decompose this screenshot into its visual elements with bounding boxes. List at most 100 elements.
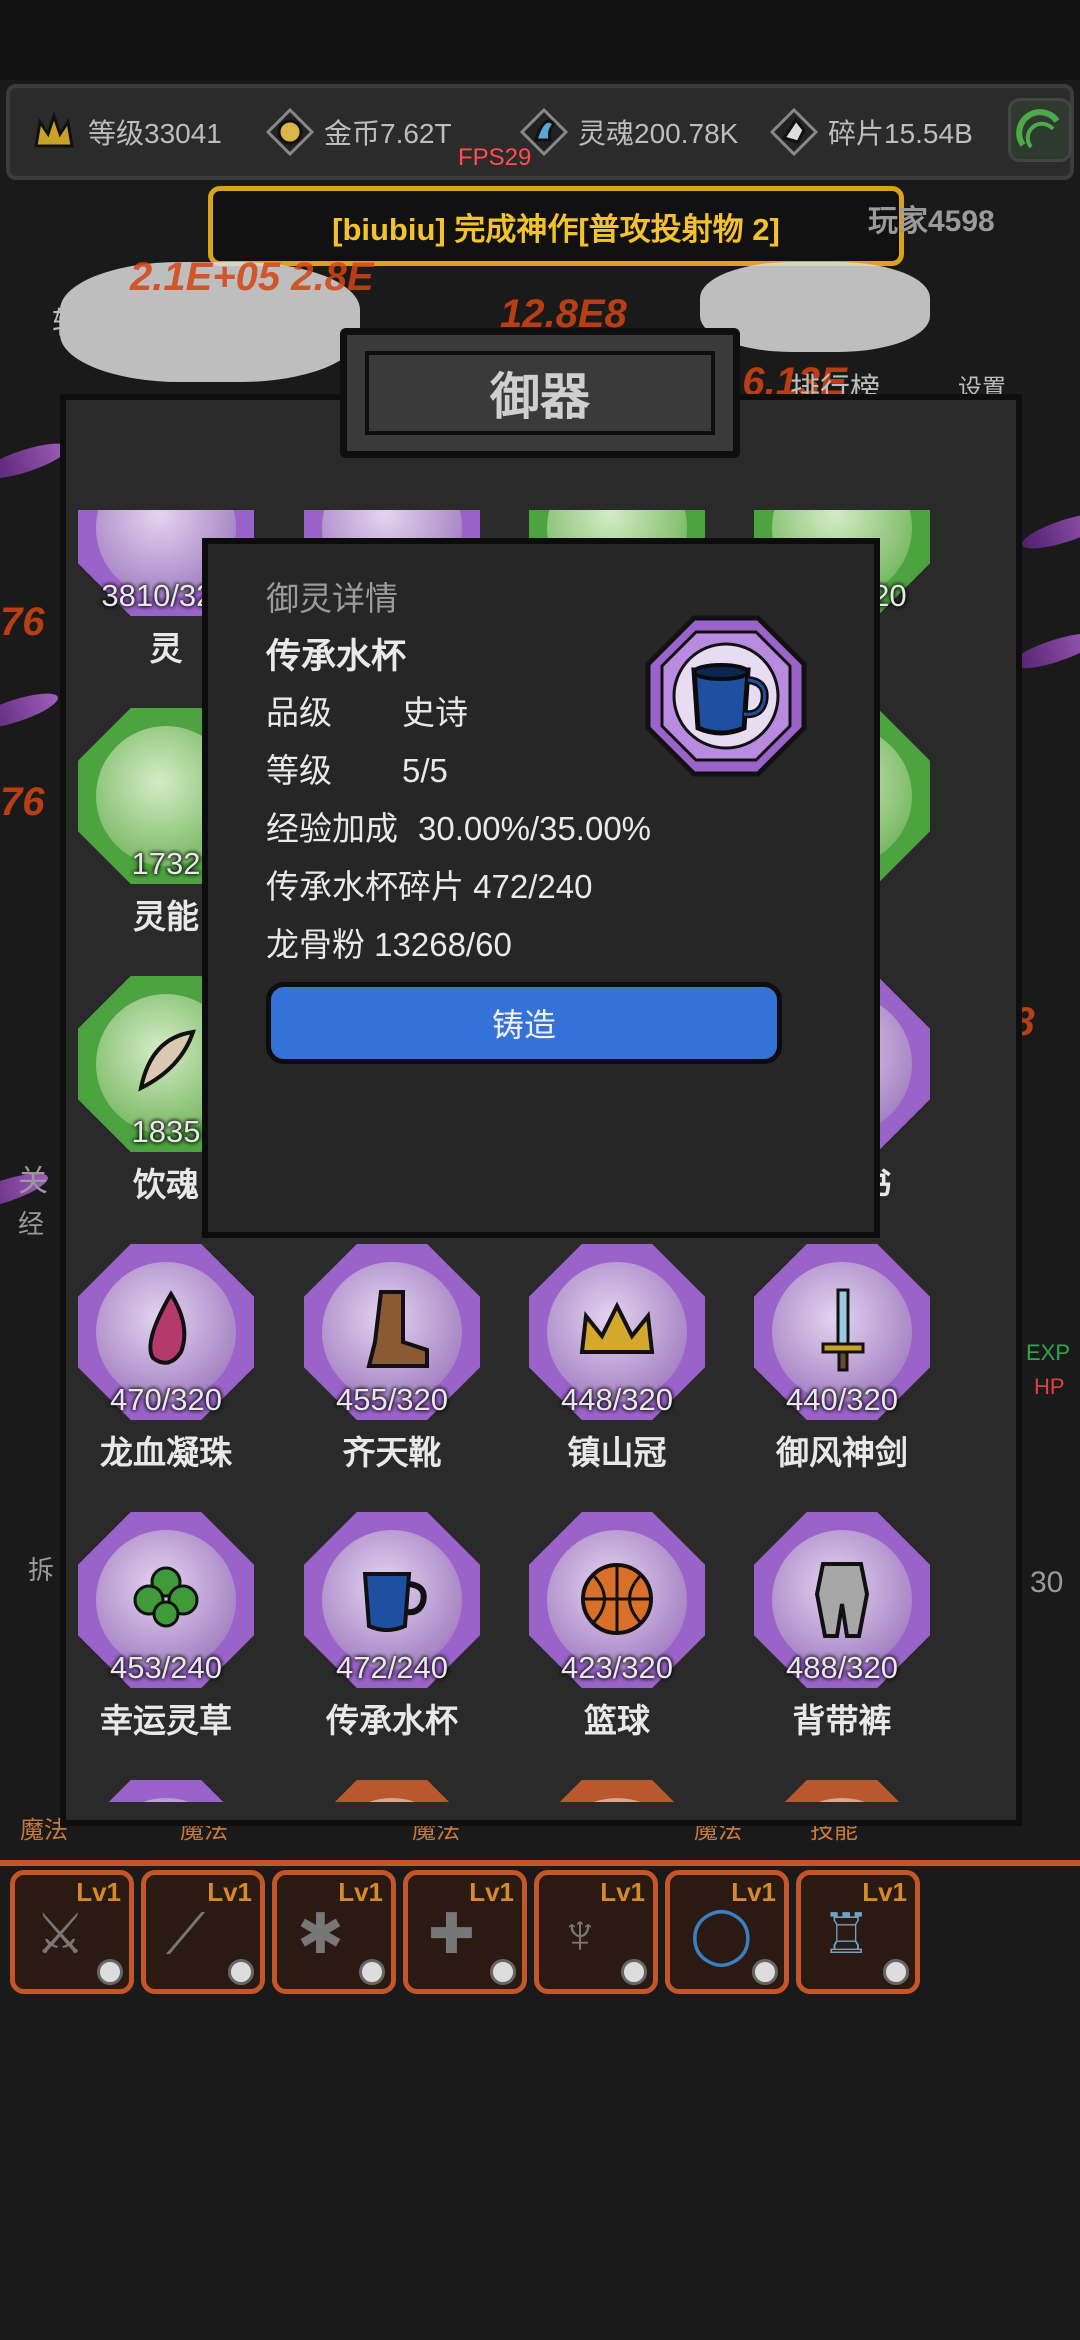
- lock-icon: [97, 1959, 123, 1985]
- crown-icon: [30, 108, 78, 156]
- lock-icon: [228, 1959, 254, 1985]
- artifact-name: 齐天靴: [342, 1434, 442, 1471]
- equip-slot[interactable]: Lv1 ◯: [665, 1870, 789, 1994]
- status-bar-area: [0, 0, 1080, 80]
- coin-icon: [266, 108, 314, 156]
- projectile: [0, 686, 62, 736]
- overalls-icon: [742, 1554, 942, 1665]
- level-row: 等级 5/5: [266, 744, 448, 792]
- partial-label: 关: [18, 1165, 48, 1198]
- artifact-shard-count: 455/320: [335, 1382, 449, 1417]
- projectile: [1018, 506, 1080, 556]
- equip-slot[interactable]: Lv1 ♆: [534, 1870, 658, 1994]
- damage-number: 76: [0, 600, 45, 644]
- artifact-cell[interactable]: [292, 1780, 492, 1802]
- artifact-cell[interactable]: 440/320 御风神剑: [742, 1244, 942, 1504]
- lock-icon: [359, 1959, 385, 1985]
- crossbow-icon: ✚: [428, 1902, 475, 1965]
- scimitar-icon: ⟋: [166, 1902, 206, 1965]
- level-label: 等级: [266, 752, 332, 789]
- hp-label: HP: [1034, 1374, 1065, 1399]
- rebirth-label[interactable]: 转生: [52, 298, 112, 342]
- artifact-name: 背带裤: [792, 1702, 892, 1739]
- fps-counter: FPS29: [458, 144, 532, 171]
- artifact-cell[interactable]: 453/240 幸运灵草: [66, 1512, 266, 1772]
- lock-icon: [621, 1959, 647, 1985]
- gold-label: 金币7.62T: [324, 118, 452, 149]
- panel-title-plate: 御器: [340, 328, 740, 458]
- artifact-cell[interactable]: 448/320 镇山冠: [517, 1244, 717, 1504]
- clover-icon: [66, 1554, 266, 1665]
- equip-slot[interactable]: Lv1 ✚: [403, 1870, 527, 1994]
- artifact-shard-count: 423/320: [560, 1650, 674, 1685]
- grade-label: 品级: [266, 694, 332, 731]
- artifact-cell[interactable]: 470/320 龙血凝珠: [66, 1244, 266, 1504]
- artifact-cell[interactable]: 423/320 篮球: [517, 1512, 717, 1772]
- crown-icon: [517, 1286, 717, 1397]
- artifact-shard-count: 488/320: [785, 1650, 899, 1685]
- speed-gauge-button[interactable]: [1008, 98, 1072, 162]
- equip-slot[interactable]: Lv1 ✱: [272, 1870, 396, 1994]
- artifact-cell[interactable]: 488/320 背带裤: [742, 1512, 942, 1772]
- level-label: 等级33041: [88, 118, 222, 149]
- exp-bonus-row: 经验加成 30.00%/35.00%: [266, 802, 651, 850]
- gold-stat: 金币7.62T: [266, 108, 452, 156]
- artifact-name: 龙血凝珠: [100, 1434, 232, 1471]
- partial-label: 30: [1030, 1566, 1064, 1599]
- artifact-shard-count: 470/320: [109, 1382, 223, 1417]
- exp-bonus-value: 30.00%/35.00%: [418, 810, 652, 847]
- mace-icon: ✱: [297, 1902, 344, 1965]
- slot-level: Lv1: [600, 1877, 645, 1907]
- disassemble-label[interactable]: 拆: [28, 1550, 54, 1587]
- artifact-name: 传承水杯: [266, 637, 407, 676]
- artifact-shard-count: 440/320: [785, 1382, 899, 1417]
- equip-slot[interactable]: Lv1 ♖: [796, 1870, 920, 1994]
- mug-icon: [644, 614, 808, 778]
- artifact-name: 传承水杯: [326, 1702, 458, 1739]
- slot-level: Lv1: [469, 1877, 514, 1907]
- partial-label: 经: [18, 1209, 45, 1239]
- lock-icon: [752, 1959, 778, 1985]
- damage-number: 2.1E+05 2.8E: [130, 255, 374, 299]
- basketball-icon: [517, 1554, 717, 1665]
- damage-number: 76: [0, 780, 45, 824]
- artifact-name: 幸运灵草: [100, 1702, 232, 1739]
- slot-level: Lv1: [338, 1877, 383, 1907]
- ring-icon: ◯: [690, 1902, 753, 1965]
- exp-label: EXP: [1026, 1340, 1071, 1365]
- grade-value: 史诗: [402, 694, 468, 731]
- artifact-cell[interactable]: 472/240 传承水杯: [292, 1512, 492, 1772]
- forge-button[interactable]: 铸造: [266, 982, 782, 1064]
- equip-slot[interactable]: Lv1 ⟋: [141, 1870, 265, 1994]
- lock-icon: [490, 1959, 516, 1985]
- artifact-cell[interactable]: [742, 1780, 942, 1802]
- level-value: 5/5: [402, 752, 448, 789]
- boot-icon: [292, 1286, 492, 1397]
- armor-icon: ♖: [821, 1902, 872, 1965]
- artifact-shard-count: 472/240: [335, 1650, 449, 1685]
- artifact-shard-count: 448/320: [560, 1382, 674, 1417]
- artifact-detail-dialog: 御灵详情 传承水杯 品级 史诗 等级 5/5 经验加成 30.00%/35.00% 传…: [202, 538, 880, 1238]
- artifact-name: 镇山冠: [567, 1434, 667, 1471]
- lock-icon: [883, 1959, 909, 1985]
- slot-divider: [0, 1860, 1080, 1866]
- artifact-cell[interactable]: 455/320 齐天靴: [292, 1244, 492, 1504]
- equip-slot[interactable]: Lv1 ⚔: [10, 1870, 134, 1994]
- artifact-cell[interactable]: [66, 1780, 266, 1802]
- artifact-name: 御风神剑: [776, 1434, 908, 1471]
- shard-stat: 碎片15.54B: [770, 108, 973, 156]
- shard-label: 碎片15.54B: [828, 118, 973, 149]
- grade-row: 品级 史诗: [266, 686, 468, 734]
- slot-level: Lv1: [207, 1877, 252, 1907]
- material-requirement: 龙骨粉 13268/60: [266, 926, 512, 963]
- shard-requirement: 传承水杯碎片 472/240: [266, 868, 593, 905]
- artifact-cell[interactable]: [517, 1780, 717, 1802]
- gauge-icon: [1016, 109, 1060, 149]
- mug-icon: [292, 1554, 492, 1665]
- artifact-name: 篮球: [584, 1702, 650, 1739]
- panel-title: 御器: [490, 369, 590, 425]
- soul-label: 灵魂200.78K: [578, 118, 739, 149]
- level-stat: 等级33041: [30, 108, 222, 156]
- exp-bonus-label: 经验加成: [266, 810, 398, 847]
- halberd-icon: ♆: [559, 1902, 601, 1965]
